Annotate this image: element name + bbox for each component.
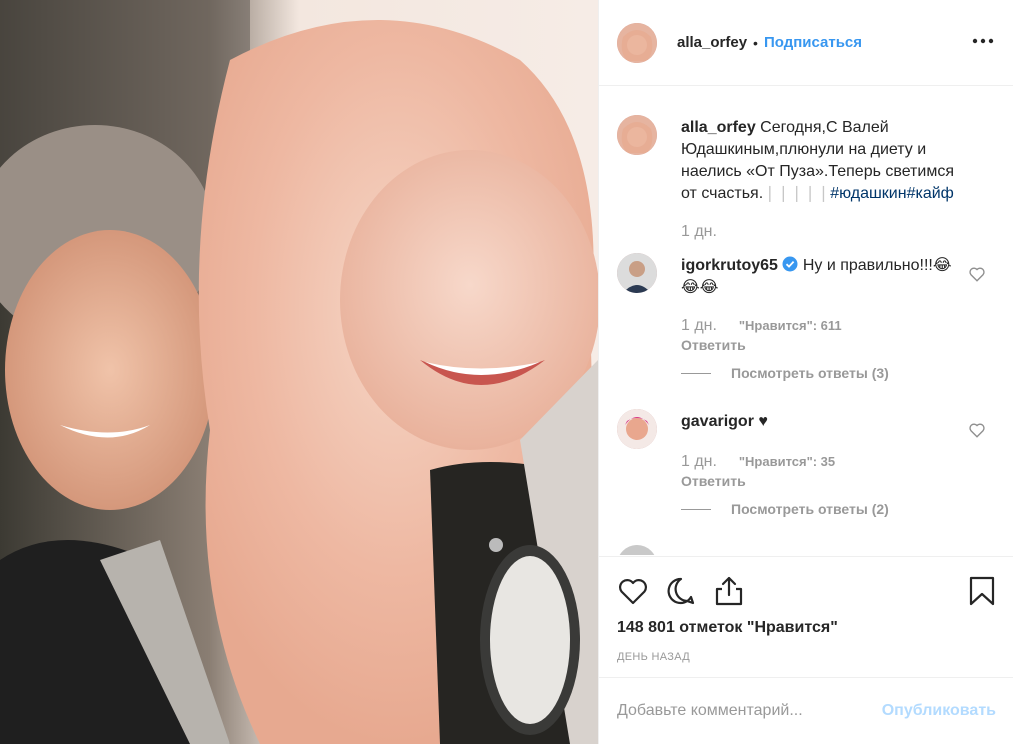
comment-item-partial bbox=[617, 545, 996, 555]
selfie-photo bbox=[0, 0, 598, 744]
caption-text-block: alla_orfey Сегодня,С Валей Юдашкиным,плю… bbox=[681, 117, 966, 205]
comment-likes[interactable]: "Нравится": 611 bbox=[739, 318, 842, 333]
comment-likes[interactable]: "Нравится": 35 bbox=[739, 454, 835, 469]
comment-avatar[interactable] bbox=[617, 253, 657, 293]
post-header: alla_orfey • Подписаться bbox=[599, 0, 1013, 86]
replies-divider bbox=[681, 508, 711, 510]
replies-divider bbox=[681, 372, 711, 374]
view-replies-label: Посмотреть ответы (2) bbox=[731, 501, 889, 517]
comment-avatar[interactable] bbox=[617, 409, 657, 449]
comments-list[interactable]: alla_orfey Сегодня,С Валей Юдашкиным,плю… bbox=[599, 87, 1013, 555]
follow-button[interactable]: Подписаться bbox=[764, 34, 862, 51]
view-replies-button[interactable]: Посмотреть ответы (3) bbox=[681, 365, 889, 381]
comment-input[interactable] bbox=[617, 702, 882, 720]
heart-icon[interactable] bbox=[617, 575, 649, 607]
comment-item: igorkrutoy65 Ну и правильно!!!😂😂😂 1 дн. … bbox=[617, 253, 996, 393]
view-replies-button[interactable]: Посмотреть ответы (2) bbox=[681, 501, 889, 517]
comment-text: ♥ bbox=[758, 413, 768, 430]
reply-button[interactable]: Ответить bbox=[681, 473, 746, 489]
post-side-panel: alla_orfey • Подписаться alla_orfey Сего… bbox=[598, 0, 1013, 744]
comment-like-heart-icon[interactable] bbox=[968, 265, 986, 283]
reply-button[interactable]: Ответить bbox=[681, 337, 746, 353]
comment-username[interactable]: igorkrutoy65 bbox=[681, 257, 778, 274]
author-avatar[interactable] bbox=[617, 22, 657, 63]
bookmark-icon[interactable] bbox=[966, 575, 998, 607]
post-date[interactable]: ДЕНЬ НАЗАД bbox=[617, 651, 690, 663]
comment-text-block: igorkrutoy65 Ну и правильно!!!😂😂😂 bbox=[681, 255, 966, 299]
likes-count[interactable]: 148 801 отметок "Нравится" bbox=[617, 619, 838, 637]
comment-avatar[interactable] bbox=[617, 545, 657, 555]
caption-time: 1 дн. bbox=[681, 223, 717, 240]
more-dots-icon[interactable] bbox=[972, 30, 994, 52]
add-comment-form: Опубликовать bbox=[599, 677, 1013, 744]
comment-item: gavarigor ♥ 1 дн. "Нравится": 35 Ответит… bbox=[617, 409, 996, 549]
caption-hashtags[interactable]: #юдашкин#кайф bbox=[830, 185, 954, 202]
publish-button[interactable]: Опубликовать bbox=[882, 702, 996, 720]
comment-meta: 1 дн. "Нравится": 35 bbox=[681, 453, 835, 471]
comment-username[interactable]: gavarigor bbox=[681, 413, 754, 430]
comment-text-block: gavarigor ♥ bbox=[681, 411, 966, 433]
caption-meta: 1 дн. bbox=[681, 223, 735, 241]
view-replies-label: Посмотреть ответы (3) bbox=[731, 365, 889, 381]
separator-dot: • bbox=[753, 34, 758, 51]
comment-meta: 1 дн. "Нравится": 611 bbox=[681, 317, 842, 335]
post-photo[interactable] bbox=[0, 0, 598, 744]
verified-badge-icon bbox=[782, 256, 798, 272]
comment-time: 1 дн. bbox=[681, 317, 717, 334]
caption-username[interactable]: alla_orfey bbox=[681, 119, 756, 136]
comment-like-heart-icon[interactable] bbox=[968, 421, 986, 439]
comment-time: 1 дн. bbox=[681, 453, 717, 470]
post-actions: 148 801 отметок "Нравится" ДЕНЬ НАЗАД bbox=[599, 556, 1013, 676]
comment-icon[interactable] bbox=[665, 575, 697, 607]
caption-avatar[interactable] bbox=[617, 115, 657, 155]
caption-hidden-chars: ❘❘❘❘❘ bbox=[763, 185, 831, 202]
instagram-post: alla_orfey • Подписаться alla_orfey Сего… bbox=[0, 0, 1013, 744]
author-username[interactable]: alla_orfey bbox=[677, 34, 747, 51]
share-icon[interactable] bbox=[713, 575, 745, 607]
